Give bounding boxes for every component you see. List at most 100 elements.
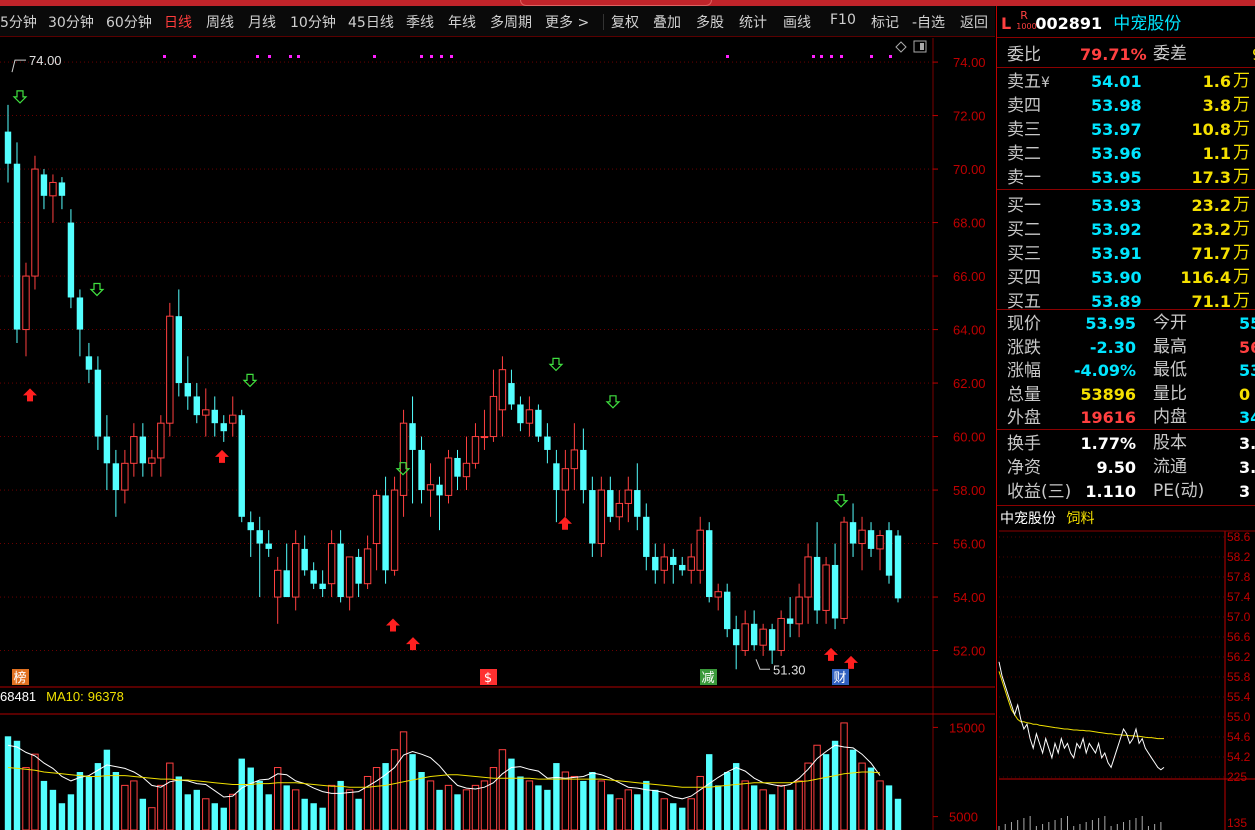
candle-body — [867, 530, 875, 549]
bid-row[interactable]: 买二 53.92 23.2 万 — [1007, 218, 1255, 241]
candle — [85, 342, 93, 384]
volume-bar — [319, 807, 326, 830]
sell-arrow-icon — [605, 395, 621, 409]
candle — [885, 522, 893, 584]
candle-body — [436, 484, 443, 496]
candle — [355, 548, 362, 598]
candle — [166, 302, 174, 437]
stock-header[interactable]: L R 1000 002891 中宠股份 — [1001, 10, 1181, 35]
volume-bar — [867, 767, 875, 830]
toolbar-item-9[interactable]: 年线 — [448, 12, 476, 32]
toolbar-item-13[interactable]: 叠加 — [653, 12, 681, 32]
candle — [480, 409, 489, 450]
volume-bar — [498, 749, 507, 830]
toolbar-item-5[interactable]: 月线 — [248, 12, 276, 32]
volume-bar — [580, 780, 587, 830]
volume-bar — [759, 789, 767, 830]
ask-price: 53.98 — [1091, 96, 1142, 115]
bid-unit: 万 — [1233, 243, 1250, 263]
candle — [822, 556, 830, 624]
toolbar-item-4[interactable]: 周线 — [206, 12, 234, 32]
toolbar-item-3[interactable]: 日线 — [164, 12, 192, 32]
candle-body — [273, 569, 282, 598]
candle-body — [696, 529, 704, 571]
intraday-mini-chart[interactable]: 58.6 58.2 57.8 57.4 57.0 56.6 56.2 55.8 55.4 55.0… — [997, 511, 1255, 830]
toolbar-item-19[interactable]: -自选 — [912, 12, 945, 32]
candle — [714, 583, 722, 611]
candle-body — [723, 591, 731, 630]
toolbar-item-16[interactable]: 画线 — [783, 12, 811, 32]
volume-bar — [211, 803, 218, 830]
candle-body — [94, 369, 102, 437]
toolbar-item-0[interactable]: 5分钟 — [0, 12, 37, 32]
stock-prefix: L — [1001, 14, 1012, 33]
fundamental-value: 1.77% — [1080, 434, 1136, 453]
bid-row[interactable]: 买四 53.90 116.4 万 — [1007, 266, 1255, 289]
ask-price: 53.97 — [1091, 120, 1142, 139]
signal-dot — [268, 55, 271, 58]
quote-label: 最高 — [1153, 336, 1187, 357]
candle — [220, 415, 227, 442]
toolbar-item-11[interactable]: 更多 > — [545, 12, 589, 32]
volume-bar — [49, 789, 57, 830]
volume-bar — [670, 803, 677, 830]
candle-body — [634, 490, 641, 517]
candle — [840, 516, 848, 624]
ask-row[interactable]: 卖一 53.95 17.3 万 — [1007, 166, 1255, 189]
ask-row[interactable]: 卖三 53.97 10.8 万 — [1007, 118, 1255, 141]
toolbar-item-17[interactable]: F10 — [830, 12, 856, 28]
candle-body — [319, 583, 326, 590]
toolbar-item-1[interactable]: 30分钟 — [48, 12, 94, 32]
candle-body — [876, 535, 884, 550]
divider — [997, 429, 1255, 430]
candle — [193, 383, 200, 424]
volume-bar — [589, 772, 596, 830]
volume-bar — [885, 785, 893, 830]
candle-body — [885, 530, 893, 576]
toolbar-item-2[interactable]: 60分钟 — [106, 12, 152, 32]
toolbar-item-6[interactable]: 10分钟 — [290, 12, 336, 32]
ask-row[interactable]: 卖二 53.96 1.1 万 — [1007, 142, 1255, 165]
toolbar-item-18[interactable]: 标记 — [871, 12, 899, 32]
candle-body — [265, 543, 272, 549]
toolbar-item-8[interactable]: 季线 — [406, 12, 434, 32]
bid-row[interactable]: 买一 53.93 23.2 万 — [1007, 194, 1255, 217]
candle-body — [858, 529, 866, 545]
candle-body — [589, 490, 596, 544]
toolbar-item-7[interactable]: 45日线 — [348, 12, 394, 32]
toolbar-item-14[interactable]: 多股 — [696, 12, 724, 32]
candle-body — [615, 502, 624, 518]
bid-row[interactable]: 买三 53.91 71.7 万 — [1007, 242, 1255, 265]
toolbar-item-15[interactable]: 统计 — [739, 12, 767, 32]
candle-body — [535, 409, 542, 437]
mini-price-label: 56.6 — [1227, 630, 1251, 644]
candle — [426, 463, 435, 517]
candle-body — [687, 556, 695, 571]
candle-body — [498, 369, 507, 411]
fundamental-label: PE(动) — [1153, 481, 1205, 501]
candle-body — [355, 556, 362, 584]
candle — [148, 449, 156, 477]
fundamental-label: 换手 — [1007, 434, 1041, 454]
volume-bar — [786, 789, 794, 830]
volume-bar — [13, 740, 21, 830]
candle-body — [426, 484, 435, 491]
fundamental-row: 换手 1.77% 股本 3.0 — [1007, 432, 1255, 455]
toolbar-item-10[interactable]: 多周期 — [490, 12, 532, 32]
price-tick-label: 62.00 — [953, 376, 986, 391]
toolbar-item-12[interactable]: 复权 — [611, 12, 639, 32]
volume-bar — [337, 780, 344, 830]
low-price-label: 51.30 — [773, 662, 806, 677]
volume-bar — [103, 749, 111, 830]
candle-body — [166, 315, 174, 424]
quote-value: 53.95 — [1085, 314, 1136, 333]
toolbar-item-20[interactable]: 返回 — [960, 12, 988, 32]
volume-bar — [418, 772, 425, 830]
candle-body — [660, 556, 668, 571]
volume-bar — [634, 794, 641, 830]
candle — [795, 583, 803, 638]
kline-chart[interactable]: 74.00 72.00 70.00 68.00 66.00 64.00 62.00 60.00… — [0, 38, 995, 830]
candle — [202, 388, 210, 437]
ask-row[interactable]: 卖五¥ 54.01 1.6 万 — [1007, 70, 1255, 93]
ask-row[interactable]: 卖四 53.98 3.8 万 — [1007, 94, 1255, 117]
